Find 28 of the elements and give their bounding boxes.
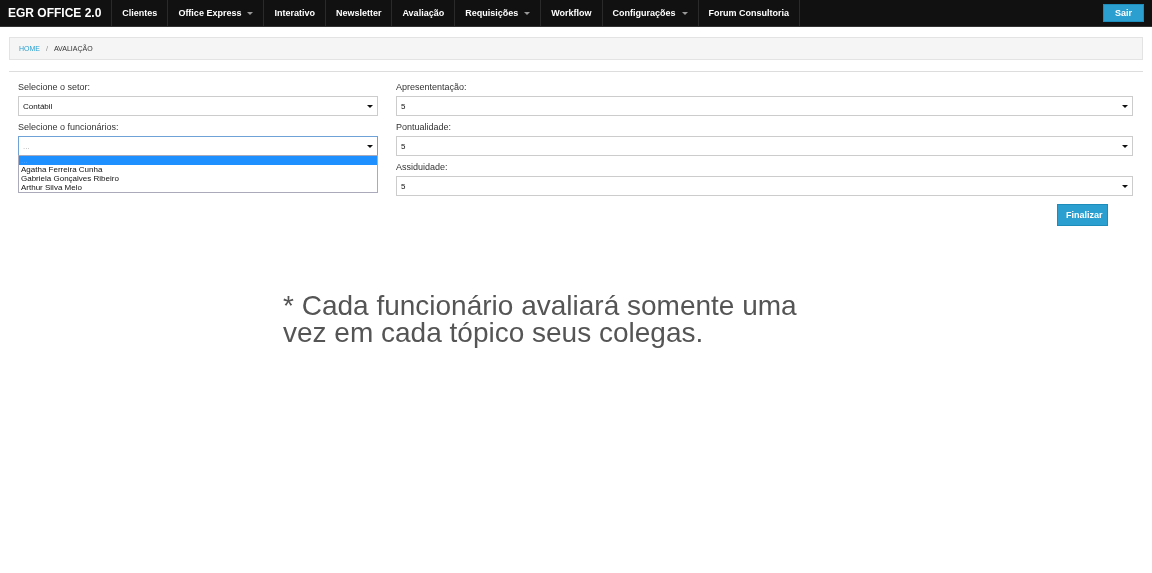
nav-item[interactable]: Requisições [455,0,542,26]
nav-item[interactable]: Newsletter [325,0,393,26]
nav-item[interactable]: Forum Consultoria [698,0,801,26]
field-label: Selecione o setor: [18,82,92,94]
caret-icon [1122,184,1128,188]
field-label: Selecione o funcionários: [18,122,120,134]
select-field[interactable]: 5 [396,96,1133,116]
caret-icon [524,11,531,15]
note-text: * Cada funcionário avaliará somente uma vez em cada tópico seus colegas. [283,292,798,346]
nav-item[interactable]: Configurações [602,0,699,26]
caret-icon [247,11,254,15]
nav-item[interactable]: Workflow [541,0,603,26]
nav-item[interactable]: Clientes [112,0,169,26]
select-field[interactable]: 5 [396,176,1133,196]
field-label: Pontualidade: [396,122,453,134]
caret-icon [367,104,373,108]
field-label: Assiduidade: [396,162,449,174]
caret-icon [1122,144,1128,148]
brand-title: EGR OFFICE 2.0 [0,0,113,26]
nav-item[interactable]: Interativo [264,0,326,26]
select-field[interactable]: Contábil [18,96,378,116]
nav-item[interactable]: Avaliação [392,0,456,26]
select-field[interactable]: 5 [396,136,1133,156]
nav-item[interactable]: Office Express [168,0,265,26]
field-label: Apresententação: [396,82,468,94]
caret-icon [367,144,373,148]
caret-icon [1122,104,1128,108]
caret-icon [681,11,688,15]
